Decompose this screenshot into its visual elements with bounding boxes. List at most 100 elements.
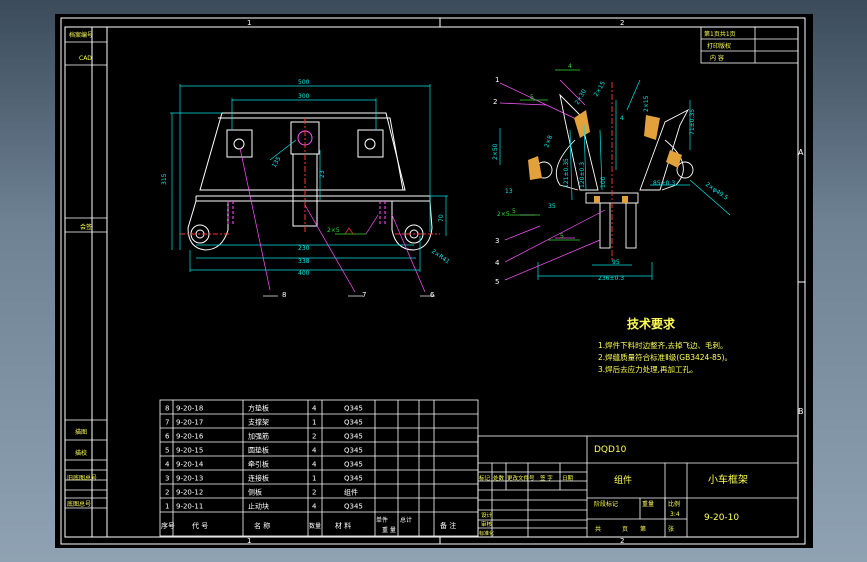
bom-header-remark: 备 注 — [440, 521, 456, 530]
tb-drawing-no: 9-20-10 — [704, 513, 739, 523]
front-callout-6: 6 — [430, 291, 435, 299]
tech-line-1: 1.焊件下料时边整齐,去掉飞边、毛刺。 — [598, 340, 728, 350]
front-dim-400: 400 — [298, 270, 310, 277]
side-weld-5b: 5 — [512, 208, 516, 215]
bom-header-qty: 数量 — [309, 522, 321, 530]
top-right-r2: 打印版权 — [707, 42, 731, 50]
bom-cell-mat: Q345 — [344, 405, 363, 413]
side-dim-121: 121±0.35 — [563, 158, 570, 188]
side-weld-5a: 5 — [530, 94, 534, 101]
bom-header-mat: 材 料 — [335, 521, 351, 530]
zone-label-side-a: A — [798, 148, 804, 157]
side-callout-1: 1 — [495, 76, 499, 84]
bom-cell-qty: 2 — [312, 433, 316, 441]
side-callout-5: 5 — [495, 278, 499, 286]
tech-line-2: 2.焊缝质量符合标准Ⅱ级(GB3424-85)。 — [598, 352, 732, 362]
zone-label-side-b: B — [798, 407, 804, 416]
front-dim-300: 300 — [298, 93, 310, 100]
side-dim-35: 35 — [548, 203, 556, 210]
tb-design: 设计 — [481, 511, 493, 519]
bom-cell-mat: Q345 — [344, 419, 363, 427]
bom-header-code: 代 号 — [192, 521, 208, 530]
bom-cell-name: 牵引板 — [248, 460, 269, 469]
tb-sheet: 张 — [668, 525, 674, 533]
tb-weight: 重量 — [642, 500, 654, 508]
bom-cell-code: 9-20-15 — [176, 447, 203, 455]
bom-cell-name: 圆垫板 — [248, 446, 269, 455]
front-dim-230: 230 — [298, 245, 310, 252]
tb-project: DQD10 — [594, 445, 627, 455]
bom-cell-mat: Q345 — [344, 503, 363, 511]
tb-date: 日期 — [562, 475, 574, 482]
bom-cell-no: 4 — [165, 461, 170, 469]
bom-cell-no: 5 — [165, 447, 169, 455]
drawing-canvas[interactable]: 1 2 1 2 A B 档案编号 CAD 会签 描图 描校 旧底图总号 底图总号… — [0, 0, 867, 562]
front-callout-8: 8 — [282, 291, 286, 299]
front-dim-315: 315 — [161, 173, 168, 185]
tb-page-of: 第 — [640, 525, 646, 533]
side-dim-2x15b: 2×15 — [643, 95, 650, 112]
bom-cell-no: 1 — [165, 503, 169, 511]
side-weld-2x5: 2×5 — [497, 211, 510, 218]
tb-drawing-name: 小车框架 — [708, 473, 748, 486]
bom-cell-mat: 组件 — [344, 488, 358, 497]
side-dim-95: 95 — [612, 259, 620, 266]
zone-label-top-2: 2 — [620, 19, 624, 27]
bom-cell-code: 9-20-18 — [176, 405, 203, 413]
tb-page: 页 — [622, 526, 628, 533]
top-right-r3: 内 容 — [710, 54, 724, 62]
side-callout-3: 3 — [495, 237, 499, 245]
bom-cell-mat: Q345 — [344, 447, 363, 455]
side-dim-71: 71±0.35 — [689, 109, 696, 135]
side-weld-4: 4 — [568, 63, 572, 70]
bom-cell-no: 2 — [165, 489, 169, 497]
side-dim-4: 4 — [620, 115, 624, 122]
strip-draw: 描图 — [75, 428, 87, 436]
tb-stage: 阶段标记 — [594, 500, 618, 508]
bom-cell-no: 8 — [165, 405, 169, 413]
side-dim-236: 236±0.3 — [598, 275, 624, 282]
bom-cell-qty: 4 — [312, 503, 317, 511]
bom-header-unit: 单件 — [376, 516, 388, 524]
bom-cell-code: 9-20-13 — [176, 475, 203, 483]
strip-doc-no: 档案编号 — [69, 31, 93, 39]
bom-header-name: 名 称 — [254, 521, 270, 530]
front-dim-338: 338 — [298, 258, 310, 265]
bom-cell-name: 侧板 — [248, 488, 262, 497]
side-callout-4: 4 — [495, 259, 500, 267]
tb-scale-value: 3:4 — [670, 511, 680, 518]
tb-change-doc: 更改文件号 — [507, 474, 535, 482]
bom-cell-mat: Q345 — [344, 461, 363, 469]
zone-label-top-1: 1 — [247, 19, 251, 27]
bom-cell-no: 7 — [165, 419, 169, 427]
side-dim-100: 100 — [600, 176, 607, 188]
bom-cell-no: 3 — [165, 475, 169, 483]
strip-old-doc: 旧底图总号 — [67, 474, 97, 482]
zone-label-bottom-1: 1 — [247, 537, 251, 545]
tb-count: 处数 — [493, 474, 505, 482]
tb-scale: 比例 — [668, 500, 680, 508]
strip-base-doc: 底图总号 — [67, 500, 91, 508]
strip-cad: CAD — [79, 55, 92, 62]
bom-cell-name: 止动块 — [248, 502, 269, 511]
front-callout-7: 7 — [362, 291, 366, 299]
bom-cell-code: 9-20-16 — [176, 433, 204, 441]
tech-line-3: 3.焊后去应力处理,再加工孔。 — [598, 364, 698, 374]
bom-cell-name: 方垫板 — [248, 404, 269, 413]
strip-sign: 会签 — [80, 223, 92, 231]
top-right-r1: 第1页共1页 — [704, 30, 736, 38]
side-dim-2x50: 2×50 — [492, 143, 499, 160]
bom-cell-mat: Q345 — [344, 475, 363, 483]
bom-cell-qty: 4 — [312, 447, 317, 455]
bom-header-weight: 重 量 — [382, 526, 396, 534]
bom-header-no: 序号 — [161, 521, 175, 530]
side-callout-2: 2 — [493, 98, 497, 106]
bom-header-total: 总计 — [400, 516, 412, 524]
side-dim-85: 85±0.3 — [653, 180, 675, 187]
tb-total-pages: 共 — [595, 525, 601, 533]
bom-cell-qty: 4 — [312, 461, 317, 469]
front-weld-label: 2×5 — [327, 227, 340, 234]
tb-mark: 标记 — [479, 474, 491, 482]
bom-cell-name: 支撑架 — [248, 418, 269, 427]
front-dim-500: 500 — [298, 79, 310, 86]
